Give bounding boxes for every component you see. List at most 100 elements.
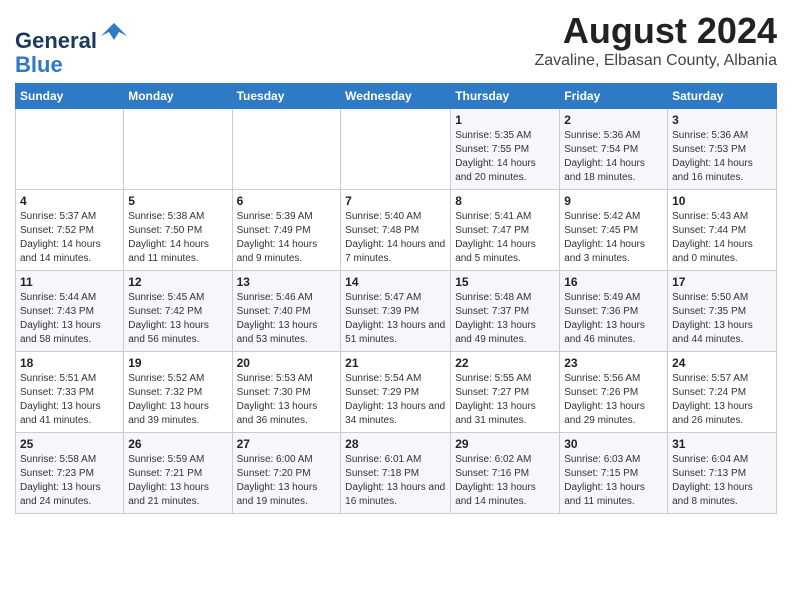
calendar-cell <box>341 109 451 190</box>
logo-text: General <box>15 18 129 53</box>
day-detail: Sunrise: 5:43 AMSunset: 7:44 PMDaylight:… <box>672 210 772 266</box>
calendar-cell <box>124 109 232 190</box>
calendar-cell: 23Sunrise: 5:56 AMSunset: 7:26 PMDayligh… <box>560 352 668 433</box>
day-detail: Sunrise: 5:39 AMSunset: 7:49 PMDaylight:… <box>237 210 337 266</box>
day-detail: Sunrise: 5:47 AMSunset: 7:39 PMDaylight:… <box>345 291 446 347</box>
calendar-cell: 22Sunrise: 5:55 AMSunset: 7:27 PMDayligh… <box>451 352 560 433</box>
day-number: 3 <box>672 113 772 127</box>
day-detail: Sunrise: 5:45 AMSunset: 7:42 PMDaylight:… <box>128 291 227 347</box>
day-detail: Sunrise: 6:03 AMSunset: 7:15 PMDaylight:… <box>564 453 663 509</box>
logo-text-blue: Blue <box>15 53 129 77</box>
calendar-cell: 9 Sunrise: 5:42 AMSunset: 7:45 PMDaylight… <box>560 190 668 271</box>
column-header-wednesday: Wednesday <box>341 84 451 109</box>
logo: General Blue <box>15 18 129 77</box>
day-number: 8 <box>455 194 555 208</box>
week-row-3: 11 Sunrise: 5:44 AMSunset: 7:43 PMDayligh… <box>16 271 777 352</box>
column-header-friday: Friday <box>560 84 668 109</box>
column-header-monday: Monday <box>124 84 232 109</box>
day-number: 16 <box>564 275 663 289</box>
column-header-thursday: Thursday <box>451 84 560 109</box>
calendar-cell: 10 Sunrise: 5:43 AMSunset: 7:44 PMDayligh… <box>668 190 777 271</box>
day-detail: Sunrise: 5:52 AMSunset: 7:32 PMDaylight:… <box>128 372 227 428</box>
column-header-sunday: Sunday <box>16 84 124 109</box>
calendar-cell: 29 Sunrise: 6:02 AMSunset: 7:16 PMDayligh… <box>451 433 560 514</box>
day-number: 22 <box>455 356 555 370</box>
calendar-cell: 24Sunrise: 5:57 AMSunset: 7:24 PMDayligh… <box>668 352 777 433</box>
calendar-cell: 19 Sunrise: 5:52 AMSunset: 7:32 PMDayligh… <box>124 352 232 433</box>
calendar-cell: 3Sunrise: 5:36 AMSunset: 7:53 PMDaylight… <box>668 109 777 190</box>
calendar-cell: 12 Sunrise: 5:45 AMSunset: 7:42 PMDayligh… <box>124 271 232 352</box>
day-detail: Sunrise: 5:42 AMSunset: 7:45 PMDaylight:… <box>564 210 663 266</box>
day-number: 11 <box>20 275 119 289</box>
subtitle: Zavaline, Elbasan County, Albania <box>534 52 777 70</box>
calendar-cell <box>16 109 124 190</box>
day-number: 2 <box>564 113 663 127</box>
day-number: 19 <box>128 356 227 370</box>
day-detail: Sunrise: 6:01 AMSunset: 7:18 PMDaylight:… <box>345 453 446 509</box>
day-number: 17 <box>672 275 772 289</box>
day-detail: Sunrise: 5:36 AMSunset: 7:54 PMDaylight:… <box>564 129 663 185</box>
calendar-cell: 30 Sunrise: 6:03 AMSunset: 7:15 PMDayligh… <box>560 433 668 514</box>
calendar-cell: 15Sunrise: 5:48 AMSunset: 7:37 PMDayligh… <box>451 271 560 352</box>
header: General Blue August 2024 Zavaline, Elbas… <box>15 10 777 77</box>
day-detail: Sunrise: 5:51 AMSunset: 7:33 PMDaylight:… <box>20 372 119 428</box>
calendar-cell: 4 Sunrise: 5:37 AMSunset: 7:52 PMDaylight… <box>16 190 124 271</box>
day-number: 20 <box>237 356 337 370</box>
day-detail: Sunrise: 5:37 AMSunset: 7:52 PMDaylight:… <box>20 210 119 266</box>
column-header-saturday: Saturday <box>668 84 777 109</box>
day-detail: Sunrise: 6:00 AMSunset: 7:20 PMDaylight:… <box>237 453 337 509</box>
calendar-cell: 28 Sunrise: 6:01 AMSunset: 7:18 PMDayligh… <box>341 433 451 514</box>
calendar-cell: 5 Sunrise: 5:38 AMSunset: 7:50 PMDaylight… <box>124 190 232 271</box>
day-number: 29 <box>455 437 555 451</box>
day-detail: Sunrise: 5:54 AMSunset: 7:29 PMDaylight:… <box>345 372 446 428</box>
day-detail: Sunrise: 5:35 AMSunset: 7:55 PMDaylight:… <box>455 129 555 185</box>
day-number: 7 <box>345 194 446 208</box>
calendar-cell: 17 Sunrise: 5:50 AMSunset: 7:35 PMDayligh… <box>668 271 777 352</box>
calendar-cell: 20 Sunrise: 5:53 AMSunset: 7:30 PMDayligh… <box>232 352 341 433</box>
logo-bird-icon <box>99 18 129 48</box>
day-number: 30 <box>564 437 663 451</box>
day-detail: Sunrise: 5:53 AMSunset: 7:30 PMDaylight:… <box>237 372 337 428</box>
column-headers: SundayMondayTuesdayWednesdayThursdayFrid… <box>16 84 777 109</box>
calendar-table: SundayMondayTuesdayWednesdayThursdayFrid… <box>15 83 777 514</box>
calendar-cell: 16Sunrise: 5:49 AMSunset: 7:36 PMDayligh… <box>560 271 668 352</box>
day-detail: Sunrise: 5:40 AMSunset: 7:48 PMDaylight:… <box>345 210 446 266</box>
day-number: 24 <box>672 356 772 370</box>
day-number: 4 <box>20 194 119 208</box>
day-number: 27 <box>237 437 337 451</box>
day-detail: Sunrise: 5:38 AMSunset: 7:50 PMDaylight:… <box>128 210 227 266</box>
day-number: 28 <box>345 437 446 451</box>
calendar-cell: 11 Sunrise: 5:44 AMSunset: 7:43 PMDayligh… <box>16 271 124 352</box>
day-number: 31 <box>672 437 772 451</box>
day-detail: Sunrise: 5:59 AMSunset: 7:21 PMDaylight:… <box>128 453 227 509</box>
day-number: 5 <box>128 194 227 208</box>
day-detail: Sunrise: 5:58 AMSunset: 7:23 PMDaylight:… <box>20 453 119 509</box>
calendar-body: 1Sunrise: 5:35 AMSunset: 7:55 PMDaylight… <box>16 109 777 514</box>
calendar-cell: 14Sunrise: 5:47 AMSunset: 7:39 PMDayligh… <box>341 271 451 352</box>
calendar-cell <box>232 109 341 190</box>
calendar-cell: 2 Sunrise: 5:36 AMSunset: 7:54 PMDaylight… <box>560 109 668 190</box>
day-detail: Sunrise: 5:50 AMSunset: 7:35 PMDaylight:… <box>672 291 772 347</box>
day-detail: Sunrise: 5:44 AMSunset: 7:43 PMDaylight:… <box>20 291 119 347</box>
calendar-cell: 7 Sunrise: 5:40 AMSunset: 7:48 PMDaylight… <box>341 190 451 271</box>
day-detail: Sunrise: 5:46 AMSunset: 7:40 PMDaylight:… <box>237 291 337 347</box>
calendar-cell: 25 Sunrise: 5:58 AMSunset: 7:23 PMDayligh… <box>16 433 124 514</box>
week-row-1: 1Sunrise: 5:35 AMSunset: 7:55 PMDaylight… <box>16 109 777 190</box>
week-row-4: 18Sunrise: 5:51 AMSunset: 7:33 PMDayligh… <box>16 352 777 433</box>
day-number: 9 <box>564 194 663 208</box>
day-number: 15 <box>455 275 555 289</box>
day-number: 25 <box>20 437 119 451</box>
day-number: 12 <box>128 275 227 289</box>
day-detail: Sunrise: 6:02 AMSunset: 7:16 PMDaylight:… <box>455 453 555 509</box>
day-detail: Sunrise: 5:56 AMSunset: 7:26 PMDaylight:… <box>564 372 663 428</box>
calendar-cell: 1Sunrise: 5:35 AMSunset: 7:55 PMDaylight… <box>451 109 560 190</box>
calendar-cell: 31Sunrise: 6:04 AMSunset: 7:13 PMDayligh… <box>668 433 777 514</box>
title-area: August 2024 Zavaline, Elbasan County, Al… <box>534 10 777 70</box>
calendar-cell: 18Sunrise: 5:51 AMSunset: 7:33 PMDayligh… <box>16 352 124 433</box>
calendar-cell: 13Sunrise: 5:46 AMSunset: 7:40 PMDayligh… <box>232 271 341 352</box>
calendar-cell: 27 Sunrise: 6:00 AMSunset: 7:20 PMDayligh… <box>232 433 341 514</box>
calendar-cell: 6Sunrise: 5:39 AMSunset: 7:49 PMDaylight… <box>232 190 341 271</box>
column-header-tuesday: Tuesday <box>232 84 341 109</box>
day-detail: Sunrise: 5:41 AMSunset: 7:47 PMDaylight:… <box>455 210 555 266</box>
day-number: 10 <box>672 194 772 208</box>
